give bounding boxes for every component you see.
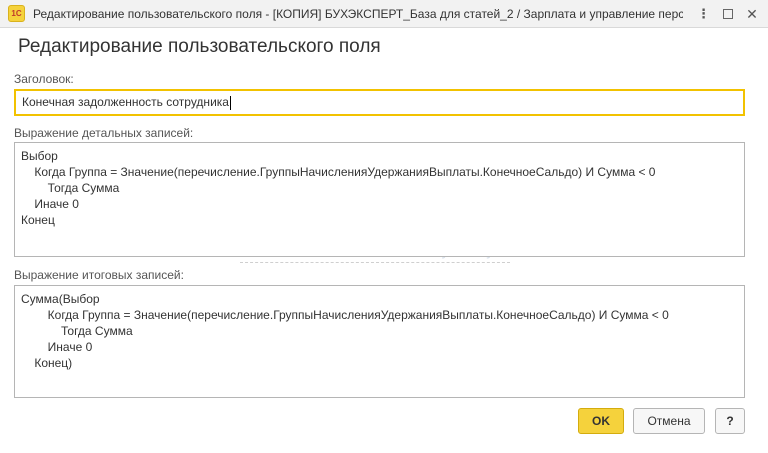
help-button[interactable]: ? — [715, 408, 745, 434]
text-caret — [229, 95, 231, 110]
app-logo-icon: 1С — [8, 5, 25, 22]
cancel-button[interactable]: Отмена — [633, 408, 705, 434]
header-input[interactable]: Конечная задолженность сотрудника — [14, 89, 745, 116]
code-line: Выбор — [21, 149, 58, 163]
code-line: Конец — [21, 213, 55, 227]
code-line: Иначе 0 — [21, 197, 79, 211]
detail-expression-input[interactable]: Выбор Когда Группа = Значение(перечислен… — [14, 142, 745, 257]
detail-expression-label: Выражение детальных записей: — [14, 126, 194, 140]
code-line: Когда Группа = Значение(перечисление.Гру… — [21, 308, 669, 322]
window-title: Редактирование пользовательского поля - … — [33, 6, 683, 21]
code-line: Конец) — [21, 356, 73, 370]
header-field-label: Заголовок: — [14, 72, 74, 86]
close-icon[interactable]: ✕ — [742, 4, 762, 24]
code-line: Тогда Сумма — [21, 181, 120, 195]
total-expression-input[interactable]: Сумма(Выбор Когда Группа = Значение(пере… — [14, 285, 745, 398]
window-titlebar: 1С Редактирование пользовательского поля… — [0, 0, 768, 28]
panel-splitter[interactable] — [240, 262, 510, 263]
header-input-value: Конечная задолженность сотрудника — [22, 95, 229, 109]
code-line: Сумма(Выбор — [21, 292, 100, 306]
code-line: Тогда Сумма — [21, 324, 133, 338]
maximize-icon[interactable] — [718, 4, 738, 24]
code-line: Иначе 0 — [21, 340, 93, 354]
total-expression-label: Выражение итоговых записей: — [14, 268, 184, 282]
code-line: Когда Группа = Значение(перечисление.Гру… — [21, 165, 656, 179]
more-menu-icon[interactable]: ⋮ — [694, 4, 714, 24]
dialog-title: Редактирование пользовательского поля — [18, 36, 381, 57]
ok-button[interactable]: OK — [578, 408, 624, 434]
